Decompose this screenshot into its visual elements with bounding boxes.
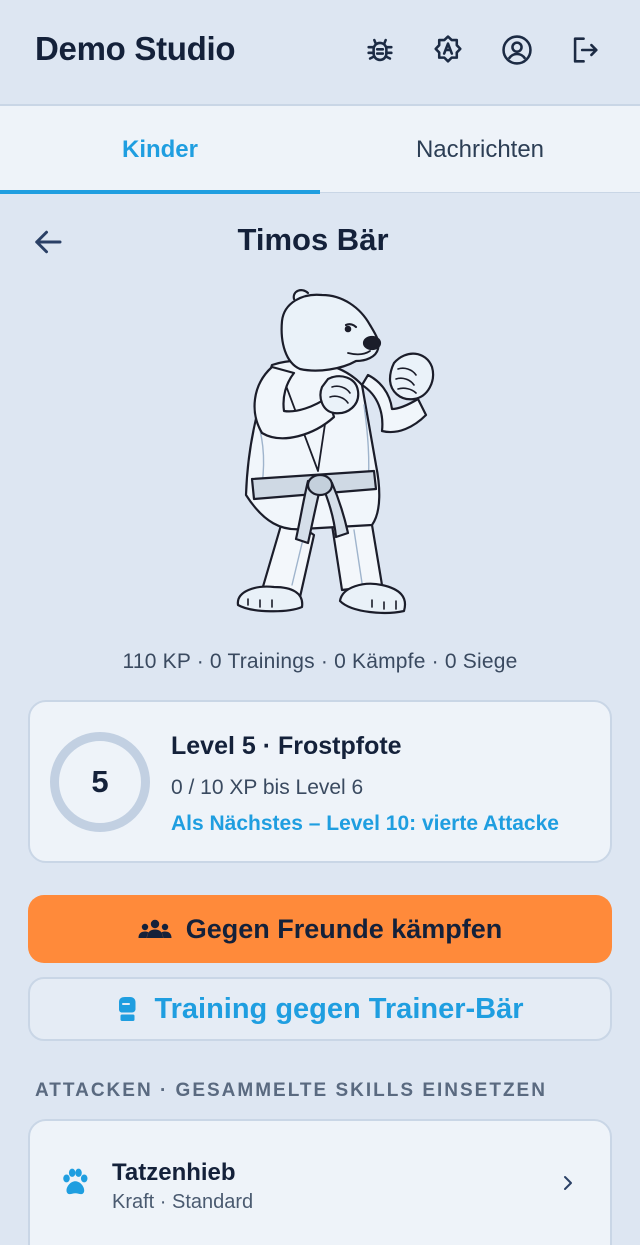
bear-stats: 110 KP · 0 Trainings · 0 Kämpfe · 0 Sieg… <box>122 650 518 673</box>
app-header: Demo Studio <box>0 0 640 106</box>
language-icon[interactable] <box>429 31 467 69</box>
tab-nachrichten[interactable]: Nachrichten <box>320 106 640 193</box>
train-trainer-button[interactable]: Training gegen Trainer-Bär <box>28 977 612 1041</box>
boxing-glove-icon <box>119 997 136 1021</box>
tab-bar: Kinder Nachrichten <box>0 106 640 194</box>
level-card: 5 Level 5 · Frostpfote 0 / 10 XP bis Lev… <box>28 700 612 863</box>
attack-name: Tatzenhieb <box>112 1159 236 1186</box>
tab-kinder[interactable]: Kinder <box>0 106 320 194</box>
bear-illustration <box>236 289 435 614</box>
train-trainer-label: Training gegen Trainer-Bär <box>154 992 524 1025</box>
fight-friends-label: Gegen Freunde kämpfen <box>185 913 503 944</box>
level-number: 5 <box>91 764 109 799</box>
level-title: Level 5 · Frostpfote <box>171 732 402 760</box>
attack-item[interactable]: Tatzenhieb Kraft · Standard <box>28 1119 612 1245</box>
account-icon[interactable] <box>498 31 536 69</box>
level-next-unlock: Als Nächstes – Level 10: vierte Attacke <box>171 812 559 835</box>
chevron-right-icon <box>564 1176 572 1190</box>
attacks-section-label: ATTACKEN · GESAMMELTE SKILLS EINSETZEN <box>35 1080 547 1101</box>
paw-icon <box>63 1168 88 1195</box>
group-icon <box>138 919 172 938</box>
app-title: Demo Studio <box>35 30 236 67</box>
page-title: Timos Bär <box>237 222 389 257</box>
attack-subtitle: Kraft · Standard <box>112 1191 254 1213</box>
level-progress-ring: 5 <box>50 732 150 832</box>
fight-friends-button[interactable]: Gegen Freunde kämpfen <box>28 895 612 963</box>
bug-icon[interactable] <box>361 31 399 69</box>
logout-icon[interactable] <box>566 31 604 69</box>
level-xp: 0 / 10 XP bis Level 6 <box>171 776 364 799</box>
